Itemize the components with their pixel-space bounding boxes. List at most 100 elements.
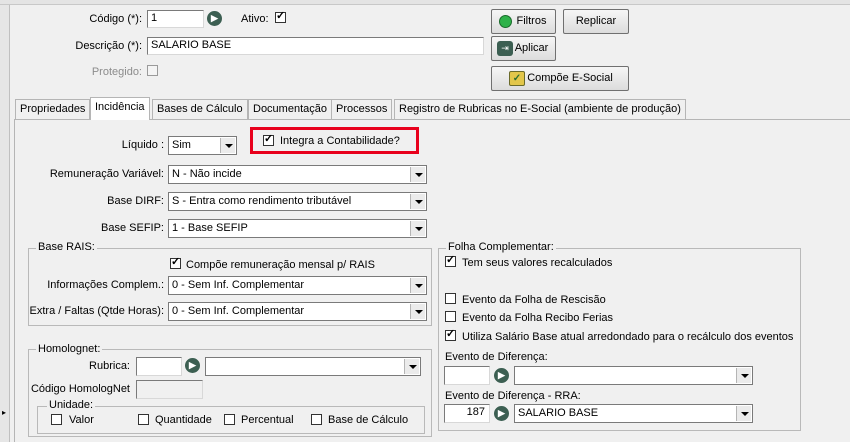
evento-diferenca-select[interactable] [514, 366, 753, 385]
evento-diferenca-rra-code-field[interactable]: 187 [444, 404, 490, 423]
dirf-value: S - Entra como rendimento tributável [172, 195, 352, 207]
homolognet-title: Homolognet: [36, 343, 103, 355]
window-top-edge [0, 0, 850, 5]
dirf-select[interactable]: S - Entra como rendimento tributável [168, 192, 427, 211]
evento-diferenca-lookup-icon[interactable]: ▶ [494, 368, 509, 383]
filtros-label: Filtros [516, 15, 547, 27]
remuneracao-value: N - Não incide [172, 168, 242, 180]
esocial-icon: ✓ [509, 71, 525, 86]
chevron-down-icon[interactable] [410, 167, 425, 182]
tab-incidencia[interactable]: Incidência [90, 97, 150, 120]
tab-registro-rubricas[interactable]: Registro de Rubricas no E-Social (ambien… [394, 99, 686, 119]
remuneracao-label: Remuneração Variável: [49, 168, 164, 180]
codigo-field[interactable]: 1 [147, 10, 204, 28]
tab-bases-de-calculo[interactable]: Bases de Cálculo [152, 99, 248, 119]
tab-documentacao-label: Documentação [253, 103, 327, 115]
evento-diferenca-code-field[interactable] [444, 366, 490, 385]
rra-code-value: 187 [466, 406, 485, 418]
tab-processos-label: Processos [336, 103, 388, 115]
remuneracao-select[interactable]: N - Não incide [168, 165, 427, 184]
quantidade-checkbox[interactable] [138, 414, 149, 425]
unidade-title: Unidade: [47, 399, 96, 411]
integra-label: Integra a Contabilidade? [280, 135, 400, 147]
protegido-checkbox [147, 65, 158, 76]
rubrica-select[interactable] [205, 357, 421, 376]
info-complem-select[interactable]: 0 - Sem Inf. Complementar [168, 276, 427, 295]
compoe-rais-label: Compõe remuneração mensal p/ RAIS [186, 259, 375, 271]
chevron-down-icon[interactable] [736, 406, 751, 421]
folha-complementar-title: Folha Complementar: [446, 241, 556, 253]
codigo-label: Código (*): [89, 13, 142, 25]
codigo-lookup-icon[interactable]: ▶ [207, 11, 222, 26]
left-splitter[interactable] [0, 5, 10, 442]
valor-checkbox[interactable] [51, 414, 62, 425]
liquido-value: Sim [172, 139, 191, 151]
ferias-label: Evento da Folha Recibo Ferias [462, 312, 614, 324]
codigo-homolognet-field [136, 380, 203, 399]
splitter-arrow-icon[interactable]: ▸ [2, 408, 6, 417]
protegido-label: Protegido: [91, 66, 142, 78]
sefip-select[interactable]: 1 - Base SEFIP [168, 219, 427, 238]
chevron-down-icon[interactable] [736, 368, 751, 383]
percentual-label: Percentual [241, 414, 294, 426]
info-complem-value: 0 - Sem Inf. Complementar [172, 279, 305, 291]
tem-seus-label: Tem seus valores recalculados [462, 257, 613, 269]
tab-bases-label: Bases de Cálculo [157, 103, 243, 115]
rubrica-code-field[interactable] [136, 357, 182, 376]
rescisao-label: Evento da Folha de Rescisão [462, 294, 606, 306]
evento-diferenca-label: Evento de Diferença: [445, 351, 548, 363]
compoe-esocial-button[interactable]: ✓ Compõe E-Social [491, 66, 629, 91]
tem-seus-checkbox[interactable]: ✓ [445, 254, 456, 267]
chevron-down-icon[interactable] [220, 138, 235, 153]
ativo-checkbox[interactable]: ✓ [275, 10, 286, 23]
tab-processos[interactable]: Processos [331, 99, 393, 119]
replicar-label: Replicar [575, 15, 617, 27]
chevron-down-icon[interactable] [410, 221, 425, 236]
aplicar-button[interactable]: ⇥ Aplicar [491, 36, 556, 61]
aplicar-icon: ⇥ [497, 41, 513, 56]
utiliza-checkbox[interactable]: ✓ [445, 328, 456, 341]
info-complem-label: Informações Complem.: [47, 279, 164, 291]
chevron-down-icon[interactable] [404, 359, 419, 374]
codigo-homolognet-label: Código HomologNet [30, 383, 130, 395]
filtros-icon [499, 15, 512, 28]
liquido-select[interactable]: Sim [168, 136, 237, 155]
utiliza-label: Utiliza Salário Base atual arredondado p… [462, 331, 794, 343]
integra-checkbox[interactable]: ✓ [263, 133, 274, 146]
chevron-down-icon[interactable] [410, 304, 425, 319]
extra-faltas-label: Extra / Faltas (Qtde Horas): [29, 305, 164, 317]
rubrica-lookup-icon[interactable]: ▶ [185, 358, 200, 373]
base-calculo-checkbox[interactable] [311, 414, 322, 425]
compoe-esocial-label: Compõe E-Social [527, 72, 613, 84]
rra-value: SALARIO BASE [518, 407, 599, 419]
ferias-checkbox[interactable] [445, 311, 456, 322]
evento-diferenca-rra-lookup-icon[interactable]: ▶ [494, 406, 509, 421]
ativo-label: Ativo: [241, 13, 269, 25]
compoe-rais-checkbox[interactable]: ✓ [170, 256, 181, 269]
base-rais-title: Base RAIS: [36, 241, 97, 253]
tab-propriedades[interactable]: Propriedades [15, 99, 91, 119]
tab-propriedades-label: Propriedades [20, 103, 86, 115]
chevron-down-icon[interactable] [410, 278, 425, 293]
base-calculo-label: Base de Cálculo [328, 414, 409, 426]
tab-documentacao[interactable]: Documentação [248, 99, 332, 119]
extra-faltas-value: 0 - Sem Inf. Complementar [172, 305, 305, 317]
rubrica-label: Rubrica: [89, 360, 130, 372]
sefip-value: 1 - Base SEFIP [172, 222, 248, 234]
percentual-checkbox[interactable] [224, 414, 235, 425]
dirf-label: Base DIRF: [107, 195, 164, 207]
filtros-button[interactable]: Filtros [491, 9, 556, 34]
tab-registro-label: Registro de Rubricas no E-Social (ambien… [399, 103, 681, 115]
descricao-field[interactable]: SALARIO BASE [147, 37, 484, 55]
quantidade-label: Quantidade [155, 414, 212, 426]
evento-diferenca-rra-label: Evento de Diferença - RRA: [445, 390, 581, 402]
replicar-button[interactable]: Replicar [563, 9, 629, 34]
rescisao-checkbox[interactable] [445, 293, 456, 304]
valor-label: Valor [69, 414, 94, 426]
chevron-down-icon[interactable] [410, 194, 425, 209]
liquido-label: Líquido : [121, 139, 164, 151]
descricao-label: Descrição (*): [75, 40, 142, 52]
evento-diferenca-rra-select[interactable]: SALARIO BASE [514, 404, 753, 423]
extra-faltas-select[interactable]: 0 - Sem Inf. Complementar [168, 302, 427, 321]
sefip-label: Base SEFIP: [101, 222, 164, 234]
